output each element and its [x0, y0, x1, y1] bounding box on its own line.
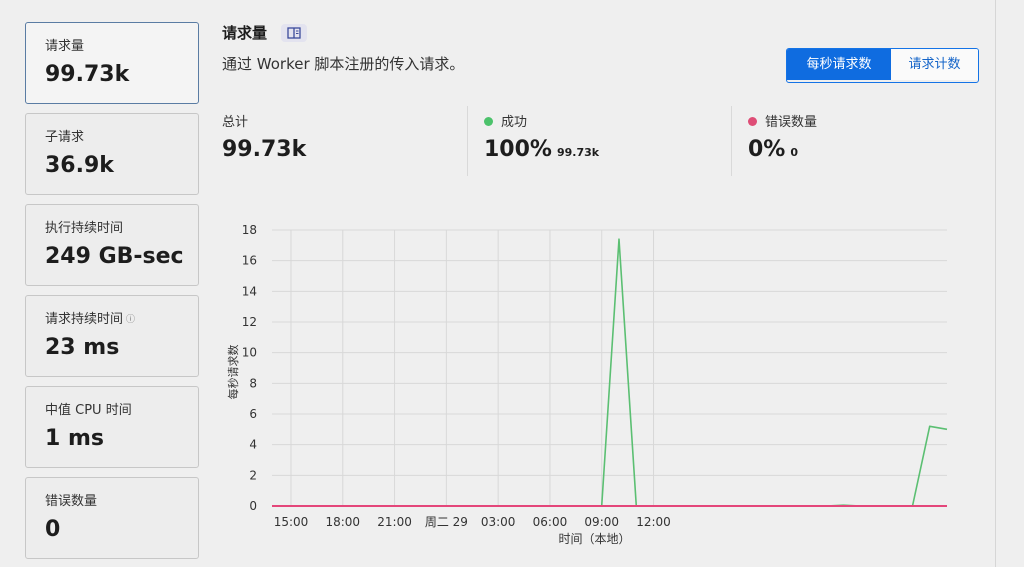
y-tick-label: 0	[249, 499, 257, 513]
stat-success: 成功 100% 99.73k	[484, 114, 599, 162]
metric-card-label: 执行持续时间	[45, 221, 124, 236]
metric-card-value: 99.73k	[45, 62, 130, 87]
stat-value: 0% 0	[748, 137, 817, 162]
metric-card-value: 1 ms	[45, 426, 104, 451]
stat-label: 总计	[222, 115, 249, 130]
stat-label-text: 错误数量	[765, 115, 818, 130]
y-tick-label: 14	[242, 284, 257, 298]
metric-card-value: 36.9k	[45, 153, 114, 178]
metric-card-label: 请求量	[45, 39, 85, 54]
x-tick-label: 21:00	[377, 515, 412, 529]
stat-label: 错误数量	[748, 114, 817, 132]
metric-card-label: 中值 CPU 时间	[45, 403, 132, 418]
y-tick-label: 16	[242, 254, 257, 268]
stat-total: 总计 99.73k	[222, 114, 306, 162]
stat-divider	[731, 106, 732, 176]
x-tick-label: 周二 29	[425, 515, 468, 529]
metric-card-value: 249 GB-sec	[45, 244, 184, 269]
stat-label: 成功	[484, 114, 599, 132]
info-icon[interactable]: ⓘ	[126, 315, 135, 325]
metric-card-median-cpu[interactable]: 中值 CPU 时间 1 ms	[25, 386, 199, 468]
metric-card-subrequests[interactable]: 子请求 36.9k	[25, 113, 199, 195]
metric-card-label: 错误数量	[45, 494, 98, 509]
metric-mode-toggle: 每秒请求数 请求计数	[786, 48, 979, 83]
stat-value-main: 0%	[748, 137, 786, 162]
y-tick-label: 2	[249, 468, 257, 482]
x-tick-label: 06:00	[533, 515, 568, 529]
success-dot-icon	[484, 117, 493, 126]
stat-value: 100% 99.73k	[484, 137, 599, 162]
y-axis-title: 每秒请求数	[226, 345, 240, 400]
y-tick-label: 4	[249, 438, 257, 452]
per-second-button[interactable]: 每秒请求数	[787, 49, 891, 80]
request-count-button[interactable]: 请求计数	[891, 49, 978, 80]
stat-divider	[467, 106, 468, 176]
page-title: 请求量	[222, 24, 268, 42]
stat-value: 99.73k	[222, 137, 307, 162]
metric-card-value: 0	[45, 517, 61, 542]
metric-card-execution-duration[interactable]: 执行持续时间 249 GB-sec	[25, 204, 199, 286]
requests-line-chart[interactable]: 0 2 4 6 8 10 12 14 16 18 15:00 18:00 21:00 周二 29 03:00…	[215, 215, 955, 555]
series-line-success	[272, 238, 948, 507]
x-tick-label: 12:00	[636, 515, 671, 529]
metric-card-requests[interactable]: 请求量 99.73k	[25, 22, 199, 104]
x-tick-label: 15:00	[274, 515, 309, 529]
y-tick-label: 18	[242, 223, 257, 237]
stat-value-main: 100%	[484, 137, 552, 162]
stat-label-text: 成功	[501, 115, 528, 130]
stat-value-sub: 99.73k	[556, 146, 600, 159]
y-tick-label: 6	[249, 407, 257, 421]
page-subtitle: 通过 Worker 脚本注册的传入请求。	[222, 55, 465, 73]
panel-divider	[995, 0, 996, 567]
stat-errors: 错误数量 0% 0	[748, 114, 817, 162]
x-tick-label: 03:00	[481, 515, 516, 529]
x-tick-label: 09:00	[584, 515, 619, 529]
y-tick-label: 10	[242, 346, 257, 360]
error-dot-icon	[748, 117, 757, 126]
metric-card-request-duration[interactable]: 请求持续时间 ⓘ 23 ms	[25, 295, 199, 377]
metric-card-errors[interactable]: 错误数量 0	[25, 477, 199, 559]
metric-sidebar: 请求量 99.73k 子请求 36.9k 执行持续时间 249 GB-sec 请…	[25, 22, 199, 567]
y-tick-label: 12	[242, 315, 257, 329]
metric-card-label: 请求持续时间 ⓘ	[45, 311, 198, 329]
y-tick-label: 8	[249, 376, 257, 390]
worker-analytics-panel: 请求量 99.73k 子请求 36.9k 执行持续时间 249 GB-sec 请…	[0, 0, 1024, 567]
x-axis-title: 时间（本地）	[558, 532, 630, 546]
book-icon[interactable]	[281, 24, 307, 42]
metric-card-label-text: 请求持续时间	[45, 312, 124, 327]
x-tick-label: 18:00	[325, 515, 360, 529]
metric-card-label: 子请求	[45, 130, 85, 145]
metric-card-value: 23 ms	[45, 335, 120, 360]
stat-value-sub: 0	[790, 146, 799, 159]
